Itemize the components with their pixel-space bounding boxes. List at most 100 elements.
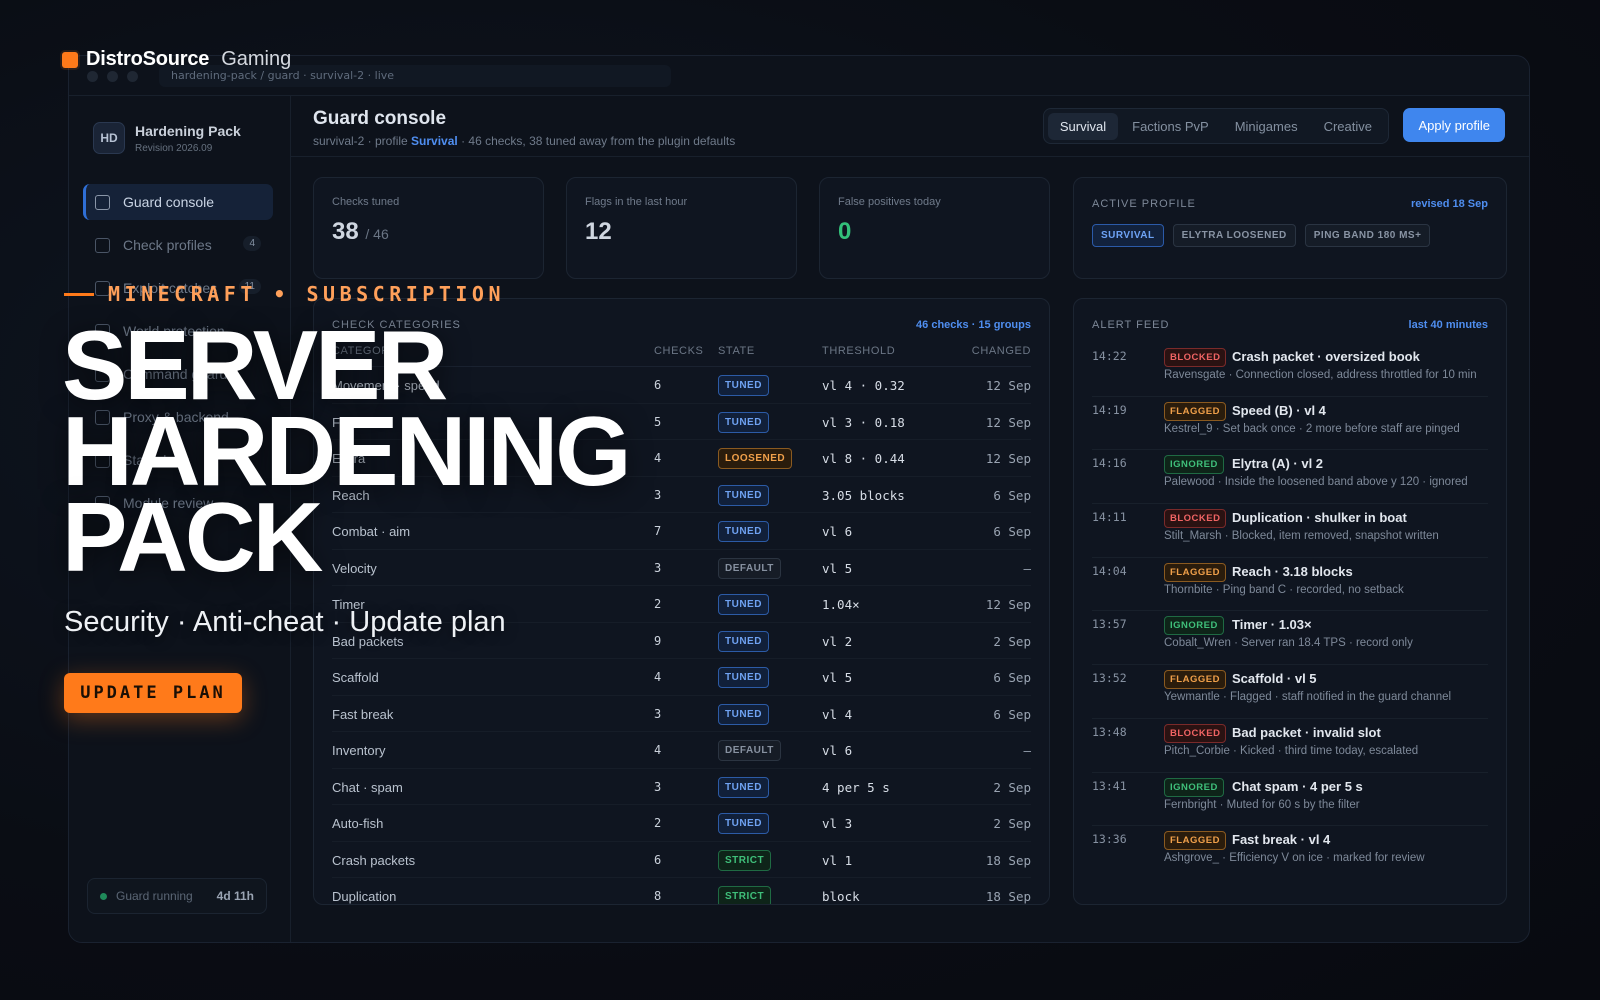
alert-item[interactable]: 13:57 IGNORED Timer · 1.03× Cobalt_Wren · S… [1092, 611, 1488, 666]
apply-profile-button[interactable]: Apply profile [1403, 108, 1505, 142]
category-threshold: 1.04× [822, 597, 860, 612]
hero-subtitle: Security · Anti-cheat · Update plan [64, 606, 506, 638]
page-subtitle: survival-2 · profile Survival · 46 check… [313, 134, 735, 148]
category-threshold: 3.05 blocks [822, 487, 905, 503]
category-name: Crash packets [332, 852, 416, 868]
table-row[interactable]: Inventory 4 DEFAULT vl 6 – [332, 732, 1031, 769]
alert-item[interactable]: 13:36 FLAGGED Fast break · vl 4 Ashgrove_ ·… [1092, 826, 1488, 880]
alert-type-badge: BLOCKED [1164, 723, 1227, 743]
state-badge: LOOSENED [718, 448, 793, 469]
category-checks: 3 [654, 560, 662, 575]
alert-item[interactable]: 14:19 FLAGGED Speed (B) · vl 4 Kestrel_9 · … [1092, 397, 1488, 451]
category-threshold: vl 2 [822, 633, 853, 649]
table-row[interactable]: Crash packets 6 STRICT vl 1 18 Sep [332, 842, 1031, 878]
category-checks: 3 [654, 706, 662, 721]
header-divider [291, 156, 1529, 157]
active-profile-label: ACTIVE PROFILE [1092, 198, 1196, 210]
alert-badge: BLOCKED [1164, 347, 1227, 367]
stat-number: 38 [332, 218, 359, 245]
alert-item[interactable]: 13:41 IGNORED Chat spam · 4 per 5 s Fernbri… [1092, 773, 1488, 827]
alert-time: 13:36 [1092, 832, 1127, 847]
category-checks: 4 [654, 451, 662, 465]
stat-value: 38 / 46 [332, 218, 389, 246]
maximize-window-dot[interactable] [127, 71, 138, 82]
category-changed: 12 Sep [985, 378, 1031, 393]
stat-label: Checks tuned [332, 196, 400, 208]
table-row[interactable]: Auto-fish 2 TUNED vl 3 2 Sep [332, 805, 1031, 842]
alert-item[interactable]: 14:11 BLOCKED Duplication · shulker in boa… [1092, 504, 1488, 558]
alert-time: 14:11 [1092, 510, 1127, 525]
state-badge: TUNED [718, 594, 769, 615]
alert-item[interactable]: 13:52 FLAGGED Scaffold · vl 5 Yewmantle · F… [1092, 665, 1488, 719]
category-threshold: 4 per 5 s [822, 779, 890, 795]
alert-title: Bad packet · invalid slot [1232, 724, 1381, 740]
alert-detail: Yewmantle · Flagged · staff notified in … [1164, 691, 1452, 704]
subtitle-profile-link[interactable]: Survival [411, 134, 458, 148]
eyebrow-rule [64, 292, 94, 296]
page-title: Guard console [313, 108, 447, 129]
alert-item[interactable]: 13:48 BLOCKED Bad packet · invalid slot Pit… [1092, 719, 1488, 773]
category-name: Fast break [332, 706, 394, 722]
category-changed: 2 Sep [993, 816, 1031, 831]
category-threshold: vl 5 [822, 560, 853, 576]
alert-badge: IGNORED [1164, 777, 1224, 797]
category-checks: 2 [654, 597, 662, 611]
table-meta: 46 checks · 15 groups [916, 319, 1031, 331]
category-threshold: vl 3 · 0.18 [822, 414, 905, 430]
alert-detail: Thornbite · Ping band C · recorded, no s… [1164, 583, 1404, 596]
update-plan-button[interactable]: UPDATE PLAN [64, 673, 242, 713]
alert-type-badge: FLAGGED [1164, 401, 1226, 421]
tab-creative[interactable]: Creative [1312, 113, 1384, 140]
category-threshold: vl 5 [822, 670, 853, 685]
alert-badge: FLAGGED [1164, 562, 1226, 582]
table-row[interactable]: Chat · spam 3 TUNED 4 per 5 s 2 Sep [332, 769, 1031, 805]
brand-mark-icon [62, 51, 78, 68]
table-row[interactable]: Fast break 3 TUNED vl 4 6 Sep [332, 696, 1031, 732]
alert-item[interactable]: 14:16 IGNORED Elytra (A) · vl 2 Palewood · … [1092, 450, 1488, 505]
alert-type-badge: IGNORED [1164, 777, 1224, 797]
alert-badge: BLOCKED [1164, 508, 1227, 529]
sidebar-item-check-profiles[interactable]: Check profiles 4 [83, 227, 273, 263]
stat-value: 0 [838, 218, 852, 245]
active-profile-revised: revised 18 Sep [1410, 198, 1488, 210]
alert-badge: BLOCKED [1164, 723, 1227, 743]
table-row[interactable]: Scaffold 4 TUNED vl 5 6 Sep [332, 659, 1031, 696]
tab-factions-pvp[interactable]: Factions PvP [1120, 113, 1221, 140]
brand-subtitle: Gaming [221, 48, 292, 70]
category-changed: 18 Sep [985, 889, 1031, 904]
alert-time: 13:57 [1092, 617, 1127, 632]
category-checks: 4 [654, 743, 662, 757]
category-checks: 2 [654, 816, 662, 830]
table-row[interactable]: Duplication 8 STRICT block 18 Sep [332, 878, 1031, 904]
status-dot-icon [100, 892, 107, 900]
category-checks: 5 [654, 414, 662, 429]
category-checks: 3 [654, 779, 662, 794]
alert-title: Scaffold · vl 5 [1232, 671, 1317, 687]
state-badge: DEFAULT [718, 557, 781, 579]
state-badge: TUNED [718, 667, 769, 688]
column-header-threshold[interactable]: THRESHOLD [822, 345, 895, 357]
alert-feed-panel: ALERT FEED last 40 minutes 14:22 BLOCKED C… [1073, 298, 1507, 905]
alert-detail: Fernbright · Muted for 60 s by the filte… [1164, 798, 1360, 811]
column-header-state[interactable]: STATE [718, 345, 755, 357]
workspace-header[interactable]: HD Hardening Pack Revision 2026.09 [93, 122, 241, 154]
column-header-changed[interactable]: CHANGED [972, 345, 1031, 357]
profile-tabs: Survival Factions PvP Minigames Creative [1042, 108, 1389, 144]
close-window-dot[interactable] [87, 71, 98, 82]
alert-title: Reach · 3.18 blocks [1232, 563, 1353, 579]
alert-item[interactable]: 14:04 FLAGGED Reach · 3.18 blocks Thornbite… [1092, 558, 1488, 612]
category-checks: 6 [654, 852, 662, 867]
active-profile-card: ACTIVE PROFILE revised 18 Sep SURVIVAL EL… [1073, 177, 1507, 279]
minimize-window-dot[interactable] [107, 71, 118, 82]
alert-item[interactable]: 14:22 BLOCKED Crash packet · oversized boo… [1092, 343, 1488, 397]
profile-chip: PING BAND 180 MS+ [1304, 224, 1431, 247]
tab-survival[interactable]: Survival [1047, 112, 1119, 140]
column-header-checks[interactable]: CHECKS [654, 345, 703, 357]
alert-type-badge: IGNORED [1164, 455, 1224, 475]
stat-total: / 46 [365, 226, 389, 242]
tab-minigames[interactable]: Minigames [1223, 113, 1310, 140]
alert-badge: IGNORED [1164, 454, 1224, 475]
alert-list: 14:22 BLOCKED Crash packet · oversized boo… [1092, 343, 1488, 880]
sidebar-item-guard-console[interactable]: Guard console [83, 184, 273, 220]
category-changed: 6 Sep [993, 524, 1031, 539]
